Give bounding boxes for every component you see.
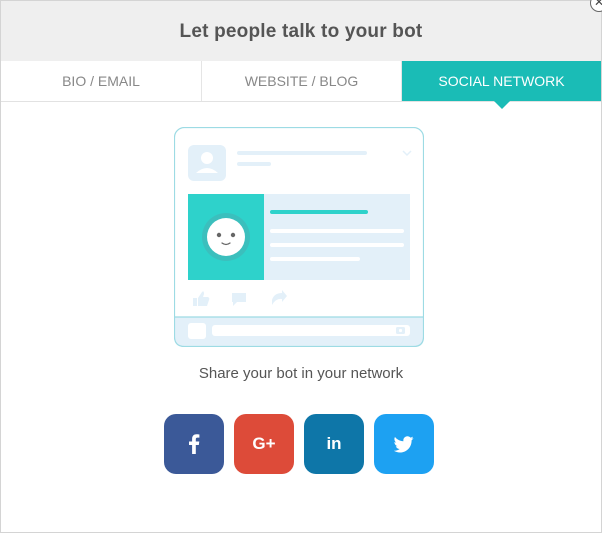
google-plus-icon: G+ (252, 434, 276, 453)
google-plus-share-button[interactable]: G+ (234, 414, 294, 474)
bot-face-icon (202, 213, 250, 261)
tab-label: SOCIAL NETWORK (438, 73, 565, 89)
user-avatar-icon (188, 145, 226, 181)
camera-icon (396, 327, 405, 334)
share-caption: Share your bot in your network (198, 365, 404, 382)
dialog-header: Let people talk to your bot (1, 1, 601, 61)
tab-bar: BIO / EMAIL WEBSITE / BLOG SOCIAL NETWOR… (1, 61, 601, 109)
tab-social-network[interactable]: SOCIAL NETWORK (401, 61, 601, 109)
share-dialog: Let people talk to your bot BIO / EMAIL … (0, 0, 602, 533)
tab-label: WEBSITE / BLOG (244, 73, 359, 89)
linkedin-share-button[interactable]: in (304, 414, 364, 474)
twitter-icon (394, 435, 414, 452)
facebook-share-button[interactable] (164, 414, 224, 474)
tab-label: BIO / EMAIL (62, 73, 140, 89)
linkedin-icon: in (326, 434, 342, 453)
tab-website-blog[interactable]: WEBSITE / BLOG (201, 61, 401, 101)
active-tab-caret (493, 101, 510, 109)
dialog-title: Let people talk to your bot (179, 21, 423, 42)
tab-bio-email[interactable]: BIO / EMAIL (1, 61, 201, 101)
facebook-icon (189, 434, 200, 454)
twitter-share-button[interactable] (374, 414, 434, 474)
social-post-illustration (174, 127, 424, 347)
